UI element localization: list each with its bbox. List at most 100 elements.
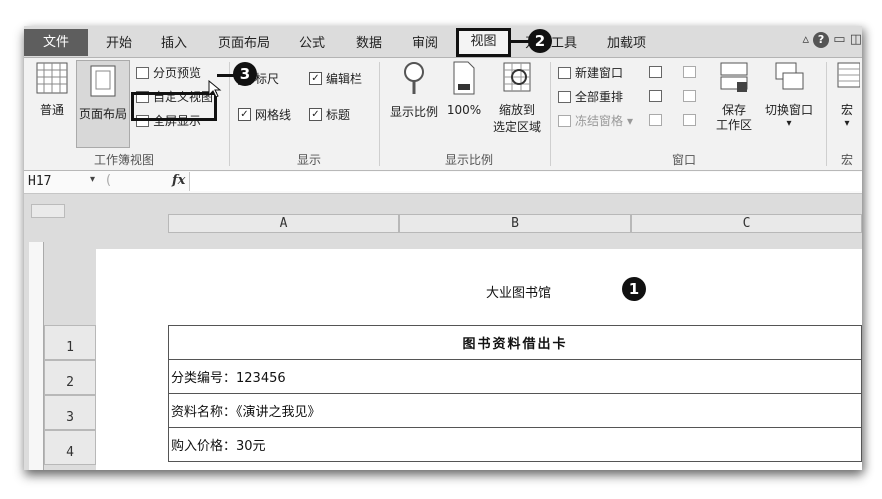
excel-window: 文件 开始 插入 页面布局 公式 数据 审阅 视图 开发工具 加载项 ▵ ? ▭… <box>24 26 862 470</box>
dropdown-arrow-icon: ▾ <box>627 113 634 128</box>
tab-view[interactable]: 视图 <box>456 28 511 57</box>
arrange-all-icon <box>558 90 571 103</box>
view-side-by-side-icon[interactable] <box>683 66 696 78</box>
new-window-icon <box>558 66 571 79</box>
switch-windows-button[interactable]: 切换窗口 ▾ <box>760 60 818 129</box>
formula-bar-check-icon: ✓ <box>309 72 322 85</box>
ruler-label: 标尺 <box>255 72 280 86</box>
freeze-panes-button[interactable]: 冻结窗格 ▾ <box>558 112 633 129</box>
group-separator <box>826 62 827 166</box>
column-header-a[interactable]: A <box>168 214 399 233</box>
minimize-ribbon-icon[interactable]: ▵ <box>802 32 809 47</box>
help-icon[interactable]: ? <box>813 32 830 48</box>
group-label-zoom: 显示比例 <box>444 153 493 167</box>
zoom-to-selection-icon <box>503 62 531 92</box>
restore-icon[interactable]: ◫ <box>850 32 862 47</box>
arrange-all-label: 全部重排 <box>575 90 624 104</box>
tab-page-layout[interactable]: 页面布局 <box>218 32 270 51</box>
formula-bar-grip-icon: ( <box>106 173 112 188</box>
callout-badge-1: 1 <box>622 277 646 301</box>
worksheet-page-layout: A B C 大业图书馆 图书资料借出卡 分类编号：123456 资料名称：《演讲… <box>24 194 862 470</box>
reset-window-position-icon[interactable] <box>683 114 696 126</box>
new-window-button[interactable]: 新建窗口 <box>558 64 623 81</box>
switch-windows-label: 切换窗口 <box>764 103 813 117</box>
column-header-c[interactable]: C <box>631 214 862 233</box>
normal-view-icon <box>36 62 68 94</box>
zoom-to-selection-label-2: 选定区域 <box>492 120 541 134</box>
tab-file[interactable]: 文件 <box>24 29 88 56</box>
zoom-100-icon <box>453 61 475 95</box>
mouse-cursor-icon <box>208 80 222 98</box>
cell-a2[interactable]: 分类编号：123456 <box>168 359 862 394</box>
tab-formulas[interactable]: 公式 <box>299 32 325 51</box>
tab-insert[interactable]: 插入 <box>161 32 187 51</box>
group-separator <box>550 62 551 166</box>
callout-badge-2: 2 <box>528 29 552 53</box>
formula-bar-label: 编辑栏 <box>326 72 363 86</box>
gridlines-check-icon: ✓ <box>238 108 251 121</box>
cell-a4[interactable]: 购入价格：30元 <box>168 427 862 462</box>
row-header-4[interactable]: 4 <box>44 430 96 465</box>
zoom-button[interactable]: 显示比例 <box>386 60 442 120</box>
row-header-2[interactable]: 2 <box>44 360 96 395</box>
macros-label: 宏 <box>840 103 853 117</box>
save-workspace-label-2: 工作区 <box>715 118 752 132</box>
dropdown-arrow-icon: ▾ <box>844 118 850 129</box>
page-layout-view-button[interactable]: 页面布局 <box>76 60 130 148</box>
group-separator <box>379 62 380 166</box>
select-all-corner[interactable] <box>31 204 65 218</box>
group-label-show: 显示 <box>296 153 321 167</box>
print-page: 大业图书馆 图书资料借出卡 分类编号：123456 资料名称：《演讲之我见》 购… <box>96 249 862 470</box>
name-box[interactable]: H17 <box>28 173 86 190</box>
page-break-preview-label: 分页预览 <box>153 66 202 80</box>
cell-a3[interactable]: 资料名称：《演讲之我见》 <box>168 393 862 428</box>
formula-bar: H17 ▾ ( fx <box>24 171 862 194</box>
unhide-icon[interactable] <box>649 114 662 126</box>
switch-windows-icon <box>775 62 804 90</box>
page-break-preview-button[interactable]: 分页预览 <box>136 64 201 81</box>
formula-bar-checkbox[interactable]: ✓ 编辑栏 <box>309 70 362 87</box>
hide-icon[interactable] <box>649 90 662 102</box>
split-icon[interactable] <box>649 66 662 78</box>
minimize-icon[interactable]: ▭ <box>833 32 845 47</box>
column-header-b[interactable]: B <box>399 214 631 233</box>
synchronous-scrolling-icon[interactable] <box>683 90 696 102</box>
new-window-label: 新建窗口 <box>575 66 624 80</box>
freeze-panes-label: 冻结窗格 <box>575 114 624 128</box>
zoom-100-label: 100% <box>446 103 482 117</box>
normal-view-button[interactable]: 普通 <box>34 62 70 118</box>
page-layout-icon <box>90 65 116 97</box>
zoom-to-selection-button[interactable]: 缩放到 选定区域 <box>489 60 545 135</box>
zoom-label: 显示比例 <box>389 105 438 119</box>
normal-view-label: 普通 <box>39 103 64 117</box>
macros-button[interactable]: 宏 ▾ <box>832 60 862 129</box>
vertical-ruler <box>29 242 44 470</box>
row-header-3[interactable]: 3 <box>44 395 96 430</box>
tab-data[interactable]: 数据 <box>356 32 382 51</box>
window-controls: ▵ ? ▭ ◫ <box>802 32 862 48</box>
insert-function-icon[interactable]: fx <box>172 173 185 188</box>
freeze-panes-icon <box>558 114 571 127</box>
save-workspace-icon <box>720 62 748 92</box>
group-label-macros: 宏 <box>840 153 853 167</box>
tab-home[interactable]: 开始 <box>106 32 132 51</box>
tab-review[interactable]: 审阅 <box>412 32 438 51</box>
gridlines-checkbox[interactable]: ✓ 网格线 <box>238 106 291 123</box>
card-title-cell[interactable]: 图书资料借出卡 <box>168 325 862 360</box>
callout-connector <box>511 40 529 43</box>
ribbon-tab-bar: 文件 开始 插入 页面布局 公式 数据 审阅 视图 开发工具 加载项 ▵ ? ▭… <box>24 26 862 58</box>
tab-addins[interactable]: 加载项 <box>607 32 646 51</box>
row-header-1[interactable]: 1 <box>44 325 96 360</box>
headings-check-icon: ✓ <box>309 108 322 121</box>
highlight-box <box>131 92 217 121</box>
arrange-all-button[interactable]: 全部重排 <box>558 88 623 105</box>
headings-checkbox[interactable]: ✓ 标题 <box>309 106 350 123</box>
formula-input[interactable] <box>189 172 862 191</box>
group-label-workbook-views: 工作簿视图 <box>93 153 154 167</box>
zoom-100-button[interactable]: 100% <box>444 60 484 117</box>
callout-badge-3: 3 <box>233 62 257 86</box>
name-box-dropdown-icon[interactable]: ▾ <box>90 174 95 185</box>
save-workspace-button[interactable]: 保存 工作区 <box>712 60 756 133</box>
page-header-text[interactable]: 大业图书馆 <box>486 282 551 301</box>
page-break-preview-icon <box>136 66 149 79</box>
